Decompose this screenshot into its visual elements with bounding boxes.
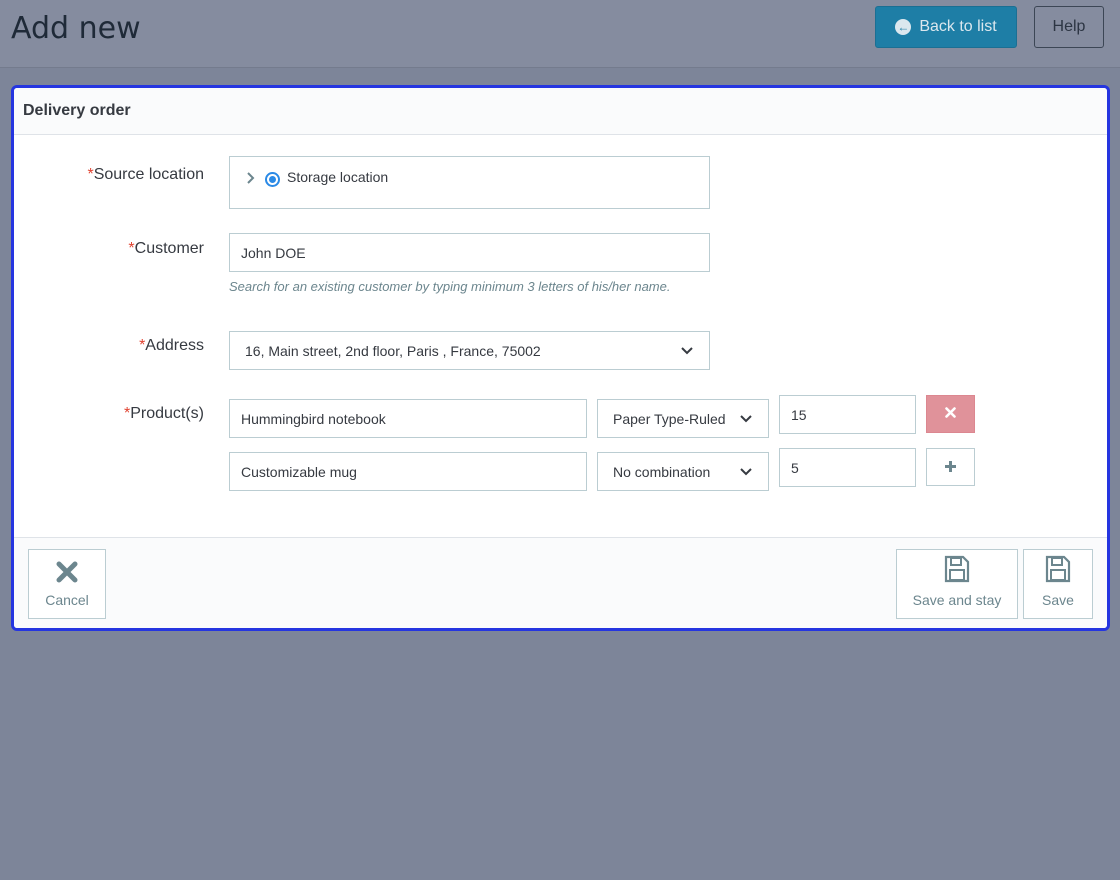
back-to-list-label: Back to list	[919, 18, 997, 35]
product-name-input[interactable]: Hummingbird notebook	[229, 399, 587, 438]
combination-value: Paper Type-Ruled	[613, 410, 726, 427]
remove-product-button[interactable]	[926, 395, 975, 433]
chevron-down-icon	[681, 344, 693, 358]
chevron-down-icon	[740, 465, 752, 479]
page-title: Add new	[11, 11, 141, 46]
chevron-right-icon[interactable]	[246, 171, 256, 187]
address-value: 16, Main street, 2nd floor, Paris , Fran…	[245, 342, 541, 359]
save-and-stay-label: Save and stay	[912, 592, 1002, 608]
add-product-button[interactable]	[926, 448, 975, 486]
save-button[interactable]: Save	[1023, 549, 1093, 619]
customer-help-text: Search for an existing customer by typin…	[229, 279, 671, 294]
card-title: Delivery order	[14, 88, 1107, 135]
storage-location-radio[interactable]	[265, 172, 280, 187]
arrow-left-circle-icon: ←	[895, 19, 912, 35]
address-label: *Address	[139, 337, 204, 354]
storage-location-label: Storage location	[287, 169, 389, 185]
save-and-stay-button[interactable]: Save and stay	[896, 549, 1018, 619]
products-label: *Product(s)	[123, 405, 204, 422]
floppy-disk-icon	[944, 555, 970, 586]
source-location-tree: Storage location	[229, 156, 710, 209]
source-location-label: *Source location	[87, 166, 204, 183]
cancel-label: Cancel	[45, 592, 89, 608]
cancel-button[interactable]: Cancel	[28, 549, 106, 619]
page-header: Add new ← Back to list Help	[0, 0, 1120, 68]
floppy-disk-icon	[1045, 555, 1071, 586]
close-icon	[56, 561, 78, 586]
product-quantity-input[interactable]: 5	[779, 448, 916, 487]
help-button[interactable]: Help	[1034, 6, 1104, 48]
card-footer: Cancel Save and stay Save	[14, 537, 1107, 628]
close-icon	[945, 405, 956, 423]
product-combination-select[interactable]: Paper Type-Ruled	[597, 399, 769, 438]
customer-label: *Customer	[128, 240, 204, 257]
product-quantity-input[interactable]: 15	[779, 395, 916, 434]
plus-icon	[944, 456, 957, 479]
customer-input[interactable]: John DOE	[229, 233, 710, 272]
combination-value: No combination	[613, 463, 711, 480]
back-to-list-button[interactable]: ← Back to list	[875, 6, 1017, 48]
address-select[interactable]: 16, Main street, 2nd floor, Paris , Fran…	[229, 331, 710, 370]
delivery-order-card: Delivery order *Source location Storage …	[11, 85, 1110, 631]
save-label: Save	[1042, 592, 1074, 608]
product-combination-select[interactable]: No combination	[597, 452, 769, 491]
chevron-down-icon	[740, 412, 752, 426]
product-name-input[interactable]: Customizable mug	[229, 452, 587, 491]
